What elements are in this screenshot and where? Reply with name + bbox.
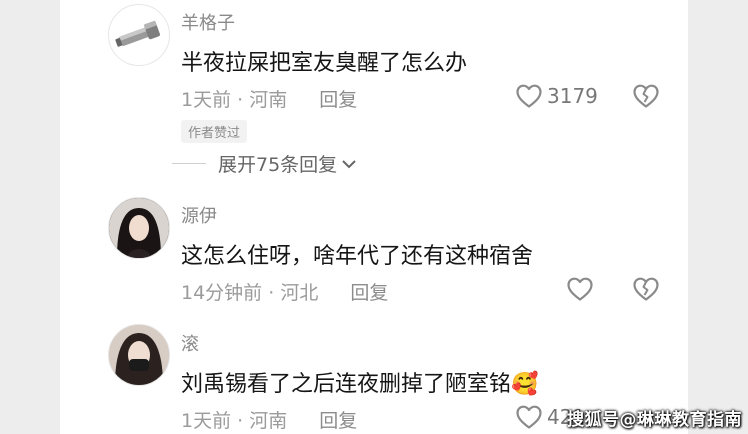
like-count: 3179 xyxy=(547,84,598,108)
username[interactable]: 羊格子 xyxy=(181,9,235,35)
comment-location: 河南 xyxy=(249,410,288,432)
author-liked-badge: 作者赞过 xyxy=(181,120,248,143)
broken-heart-icon xyxy=(633,84,659,108)
divider-line xyxy=(172,163,206,164)
comment-meta: 14分钟前 · 河北 回复 xyxy=(181,278,388,305)
left-margin xyxy=(0,0,60,434)
comment-list: 羊格子 半夜拉屎把室友臭醒了怎么办 1天前 · 河南 回复 3179 作者赞过 … xyxy=(60,0,688,434)
heart-outline-icon xyxy=(516,405,542,429)
user-photo-avatar xyxy=(109,325,169,385)
username[interactable]: 源伊 xyxy=(181,202,217,228)
chevron-down-icon xyxy=(342,159,356,168)
reply-button[interactable]: 回复 xyxy=(350,282,388,304)
comment-text: 半夜拉屎把室友臭醒了怎么办 xyxy=(181,51,468,76)
comment-time: 14分钟前 xyxy=(181,282,263,304)
expand-replies-label: 展开75条回复 xyxy=(218,154,338,176)
watermark: 搜狐号@琳琳教育指南 xyxy=(567,410,742,430)
expand-replies-button[interactable]: 展开75条回复 xyxy=(172,150,357,177)
like-button[interactable]: 3179 xyxy=(515,83,598,109)
meta-separator: · xyxy=(268,282,275,304)
broken-heart-icon xyxy=(633,277,659,301)
username[interactable]: 滚 xyxy=(181,330,199,356)
comment-time: 1天前 xyxy=(181,89,232,111)
comment-location: 河南 xyxy=(249,89,288,111)
comment-text: 这怎么住呀，啥年代了还有这种宿舍 xyxy=(181,244,534,269)
comment-text-body: 刘禹锡看了之后连夜删掉了陋室铭 xyxy=(181,372,512,397)
reply-button[interactable]: 回复 xyxy=(319,89,357,111)
comment-location: 河北 xyxy=(280,282,319,304)
right-margin xyxy=(688,0,748,434)
comment-time: 1天前 xyxy=(181,410,232,432)
heart-outline-icon xyxy=(567,277,593,301)
avatar[interactable] xyxy=(108,324,170,386)
dislike-button[interactable] xyxy=(632,83,660,113)
meta-separator: · xyxy=(237,410,244,432)
heart-outline-icon xyxy=(516,84,542,108)
like-button[interactable] xyxy=(566,276,598,302)
flashlight-avatar-image xyxy=(115,20,160,47)
user-photo-avatar xyxy=(109,198,169,258)
reply-button[interactable]: 回复 xyxy=(319,410,357,432)
comment-meta: 1天前 · 河南 回复 xyxy=(181,85,357,112)
dislike-button[interactable] xyxy=(632,276,660,306)
emoji: 🥰 xyxy=(511,372,539,397)
comment-text: 刘禹锡看了之后连夜删掉了陋室铭🥰 xyxy=(181,366,538,398)
comment-meta: 1天前 · 河南 回复 xyxy=(181,406,357,433)
meta-separator: · xyxy=(237,89,244,111)
avatar[interactable] xyxy=(108,4,170,66)
avatar[interactable] xyxy=(108,197,170,259)
